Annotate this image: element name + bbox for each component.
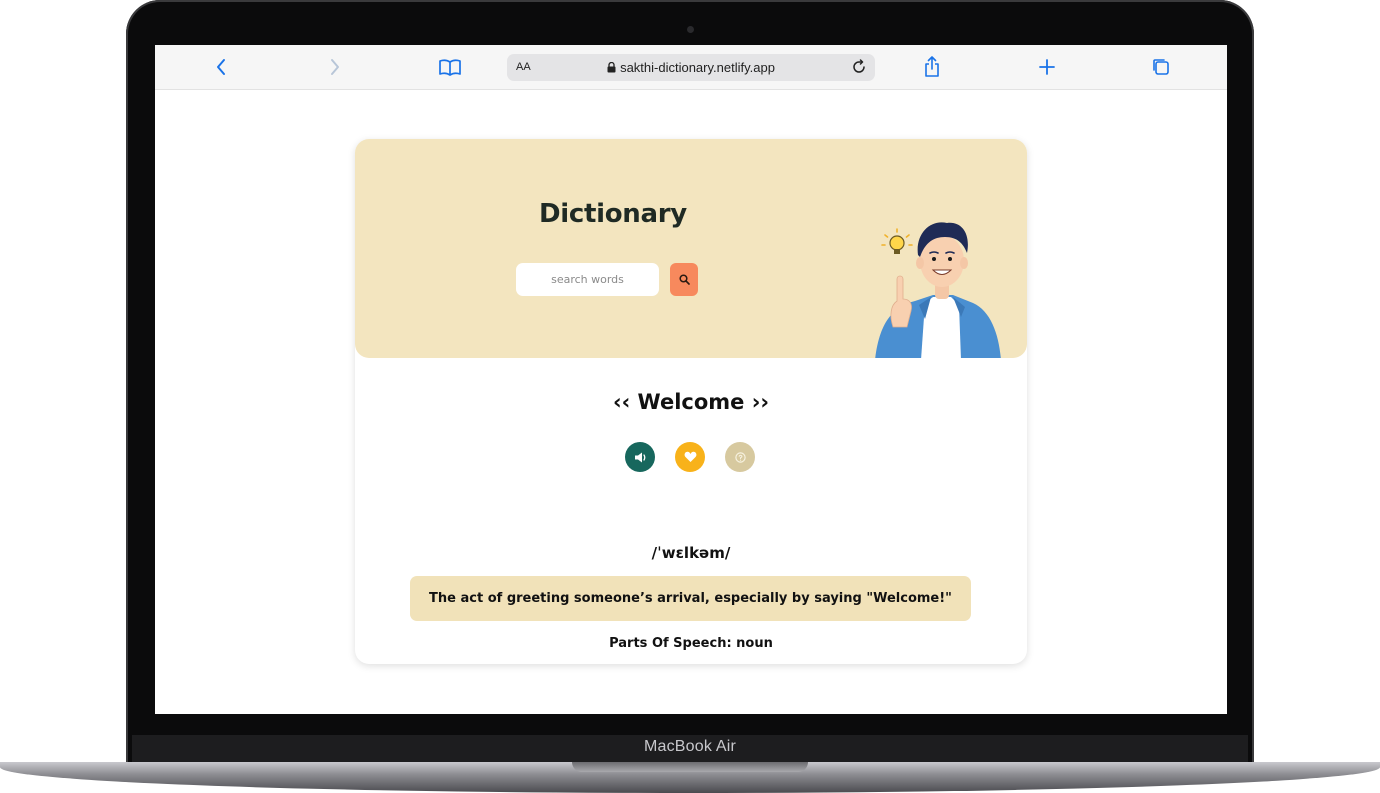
dictionary-card: Dictionary search words ‹‹ Welcome ›› /ˈ… — [355, 139, 1027, 664]
reload-button[interactable] — [851, 59, 867, 80]
url-text: sakthi-dictionary.netlify.app — [620, 60, 775, 75]
word-actions — [625, 442, 757, 472]
share-icon — [925, 56, 939, 77]
browser-window: AA sakthi-dictionary.netlify.app Diction… — [155, 45, 1227, 714]
reload-icon — [853, 59, 865, 73]
laptop-notch — [572, 762, 808, 772]
bookmarks-button[interactable] — [436, 54, 464, 80]
search-input[interactable] — [516, 263, 659, 296]
word-heading: ‹‹ Welcome ›› — [612, 390, 770, 414]
heart-icon — [684, 451, 696, 462]
lightbulb-icon — [881, 228, 913, 254]
lock-icon — [607, 62, 616, 73]
share-button[interactable] — [918, 54, 946, 80]
part-of-speech: Parts Of Speech: noun — [609, 636, 773, 651]
search-icon — [678, 274, 690, 285]
phonetic-text: /ˈwɛlkəm/ — [651, 544, 731, 562]
address-bar[interactable]: AA sakthi-dictionary.netlify.app — [507, 54, 875, 81]
browser-toolbar: AA sakthi-dictionary.netlify.app — [155, 45, 1227, 90]
app-title: Dictionary — [539, 199, 687, 229]
book-icon — [439, 59, 461, 76]
chevron-right-icon — [331, 59, 339, 75]
device-brand-label: MacBook Air — [643, 738, 736, 755]
search-button[interactable] — [670, 263, 698, 296]
chevron-left-icon — [217, 59, 225, 75]
tabs-overview-button[interactable] — [1147, 54, 1175, 80]
new-tab-button[interactable] — [1033, 54, 1061, 80]
pronounce-button[interactable] — [625, 442, 655, 472]
hero-banner: Dictionary — [355, 139, 1027, 358]
plus-icon — [1039, 59, 1055, 75]
thinking-person-illustration — [875, 222, 1001, 358]
forward-button[interactable] — [321, 54, 349, 80]
definition-box: The act of greeting someone’s arrival, e… — [410, 576, 971, 621]
camera-dot — [687, 26, 694, 33]
tabs-icon — [1153, 59, 1169, 75]
info-icon — [734, 451, 746, 463]
url-display[interactable]: sakthi-dictionary.netlify.app — [507, 60, 875, 75]
definition-text: The act of greeting someone’s arrival, e… — [429, 591, 952, 606]
back-button[interactable] — [207, 54, 235, 80]
favorite-button[interactable] — [675, 442, 705, 472]
info-button[interactable] — [725, 442, 755, 472]
speaker-icon — [634, 452, 645, 462]
